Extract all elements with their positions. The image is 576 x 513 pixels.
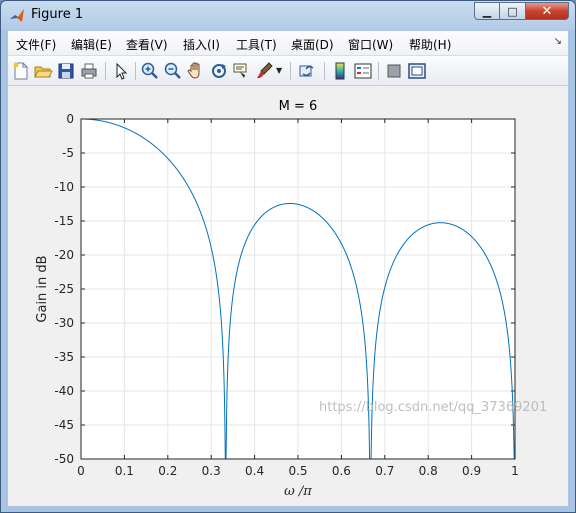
toolbar-separator bbox=[135, 62, 136, 80]
menu-window[interactable]: 窗口(W) bbox=[348, 36, 393, 53]
insert-colorbar-icon[interactable] bbox=[330, 61, 350, 81]
x-tick-label: 1 bbox=[511, 464, 519, 478]
open-file-icon[interactable] bbox=[33, 61, 53, 81]
x-tick-label: 0.5 bbox=[288, 464, 307, 478]
toolbar-separator bbox=[324, 62, 325, 80]
maximize-button[interactable]: □ bbox=[500, 2, 526, 20]
y-tick-label: -50 bbox=[54, 452, 74, 466]
x-tick-label: 0.4 bbox=[245, 464, 264, 478]
menu-desktop[interactable]: 桌面(D) bbox=[291, 36, 334, 53]
minimize-button[interactable]: ▁ bbox=[474, 2, 500, 20]
print-icon[interactable] bbox=[79, 61, 99, 81]
x-tick-label: 0.8 bbox=[419, 464, 438, 478]
figure-window: Figure 1 ▁ □ ✕ 文件(F) 编辑(E) 查看(V) 插入(I) 工… bbox=[0, 0, 576, 513]
menu-help[interactable]: 帮助(H) bbox=[409, 36, 451, 53]
y-tick-label: -35 bbox=[54, 350, 74, 364]
toolbar-separator bbox=[105, 62, 106, 80]
save-icon[interactable] bbox=[56, 61, 76, 81]
menu-view[interactable]: 查看(V) bbox=[126, 36, 168, 53]
hide-plot-tools-icon[interactable] bbox=[384, 61, 404, 81]
title-bar[interactable]: Figure 1 ▁ □ ✕ bbox=[1, 1, 575, 31]
watermark: https://blog.csdn.net/qq_37369201 bbox=[319, 400, 548, 415]
zoom-in-icon[interactable] bbox=[140, 61, 160, 81]
x-tick-label: 0 bbox=[77, 464, 85, 478]
y-tick-label: -20 bbox=[54, 248, 74, 262]
menu-tools[interactable]: 工具(T) bbox=[236, 36, 277, 53]
show-plot-tools-icon[interactable] bbox=[407, 61, 427, 81]
x-tick-label: 0.9 bbox=[462, 464, 481, 478]
rotate-3d-icon[interactable] bbox=[209, 61, 229, 81]
y-tick-label: -5 bbox=[62, 146, 74, 160]
menu-overflow-icon[interactable]: ↘ bbox=[554, 36, 562, 47]
data-cursor-icon[interactable] bbox=[232, 61, 252, 81]
y-tick-label: -10 bbox=[54, 180, 74, 194]
y-tick-label: -45 bbox=[54, 418, 74, 432]
y-axis-label: Gain in dB bbox=[35, 255, 50, 322]
zoom-out-icon[interactable] bbox=[163, 61, 183, 81]
y-tick-label: -40 bbox=[54, 384, 74, 398]
close-icon: ✕ bbox=[541, 3, 553, 19]
menu-insert[interactable]: 插入(I) bbox=[183, 36, 220, 53]
toolbar-separator bbox=[290, 62, 291, 80]
x-tick-label: 0.1 bbox=[115, 464, 134, 478]
x-tick-label: 0.2 bbox=[158, 464, 177, 478]
close-button[interactable]: ✕ bbox=[526, 2, 569, 20]
x-axis-label: ω /π bbox=[284, 484, 312, 499]
x-tick-label: 0.7 bbox=[375, 464, 394, 478]
new-figure-icon[interactable] bbox=[11, 61, 31, 81]
plot-svg[interactable]: 0 0.1 0.2 0.3 0.4 0.5 0.6 0.7 0.8 0.9 1 0 -5 -10 -15 -2… bbox=[8, 86, 568, 506]
menu-edit[interactable]: 编辑(E) bbox=[71, 36, 112, 53]
menu-bar: 文件(F) 编辑(E) 查看(V) 插入(I) 工具(T) 桌面(D) 窗口(W… bbox=[8, 31, 568, 56]
insert-legend-icon[interactable] bbox=[353, 61, 373, 81]
minimize-icon: ▁ bbox=[482, 4, 492, 18]
toolbar-separator bbox=[378, 62, 379, 80]
matlab-logo-icon bbox=[10, 9, 24, 22]
x-tick-label: 0.3 bbox=[202, 464, 221, 478]
brush-icon[interactable] bbox=[255, 61, 275, 81]
edit-plot-arrow-icon[interactable] bbox=[111, 61, 131, 81]
chart-title: M = 6 bbox=[279, 99, 318, 114]
y-tick-label: -25 bbox=[54, 282, 74, 296]
pan-hand-icon[interactable] bbox=[186, 61, 206, 81]
x-tick-label: 0.6 bbox=[332, 464, 351, 478]
toolbar: ▼ bbox=[8, 56, 568, 86]
window-title: Figure 1 bbox=[31, 7, 84, 22]
y-tick-label: -30 bbox=[54, 316, 74, 330]
link-plot-icon[interactable] bbox=[298, 61, 318, 81]
menu-file[interactable]: 文件(F) bbox=[16, 36, 56, 53]
y-tick-label: -15 bbox=[54, 214, 74, 228]
y-tick-label: 0 bbox=[66, 112, 74, 126]
brush-dropdown-icon[interactable]: ▼ bbox=[276, 66, 284, 86]
maximize-icon: □ bbox=[507, 4, 518, 18]
figure-canvas: 0 0.1 0.2 0.3 0.4 0.5 0.6 0.7 0.8 0.9 1 0 -5 -10 -15 -2… bbox=[8, 86, 568, 506]
